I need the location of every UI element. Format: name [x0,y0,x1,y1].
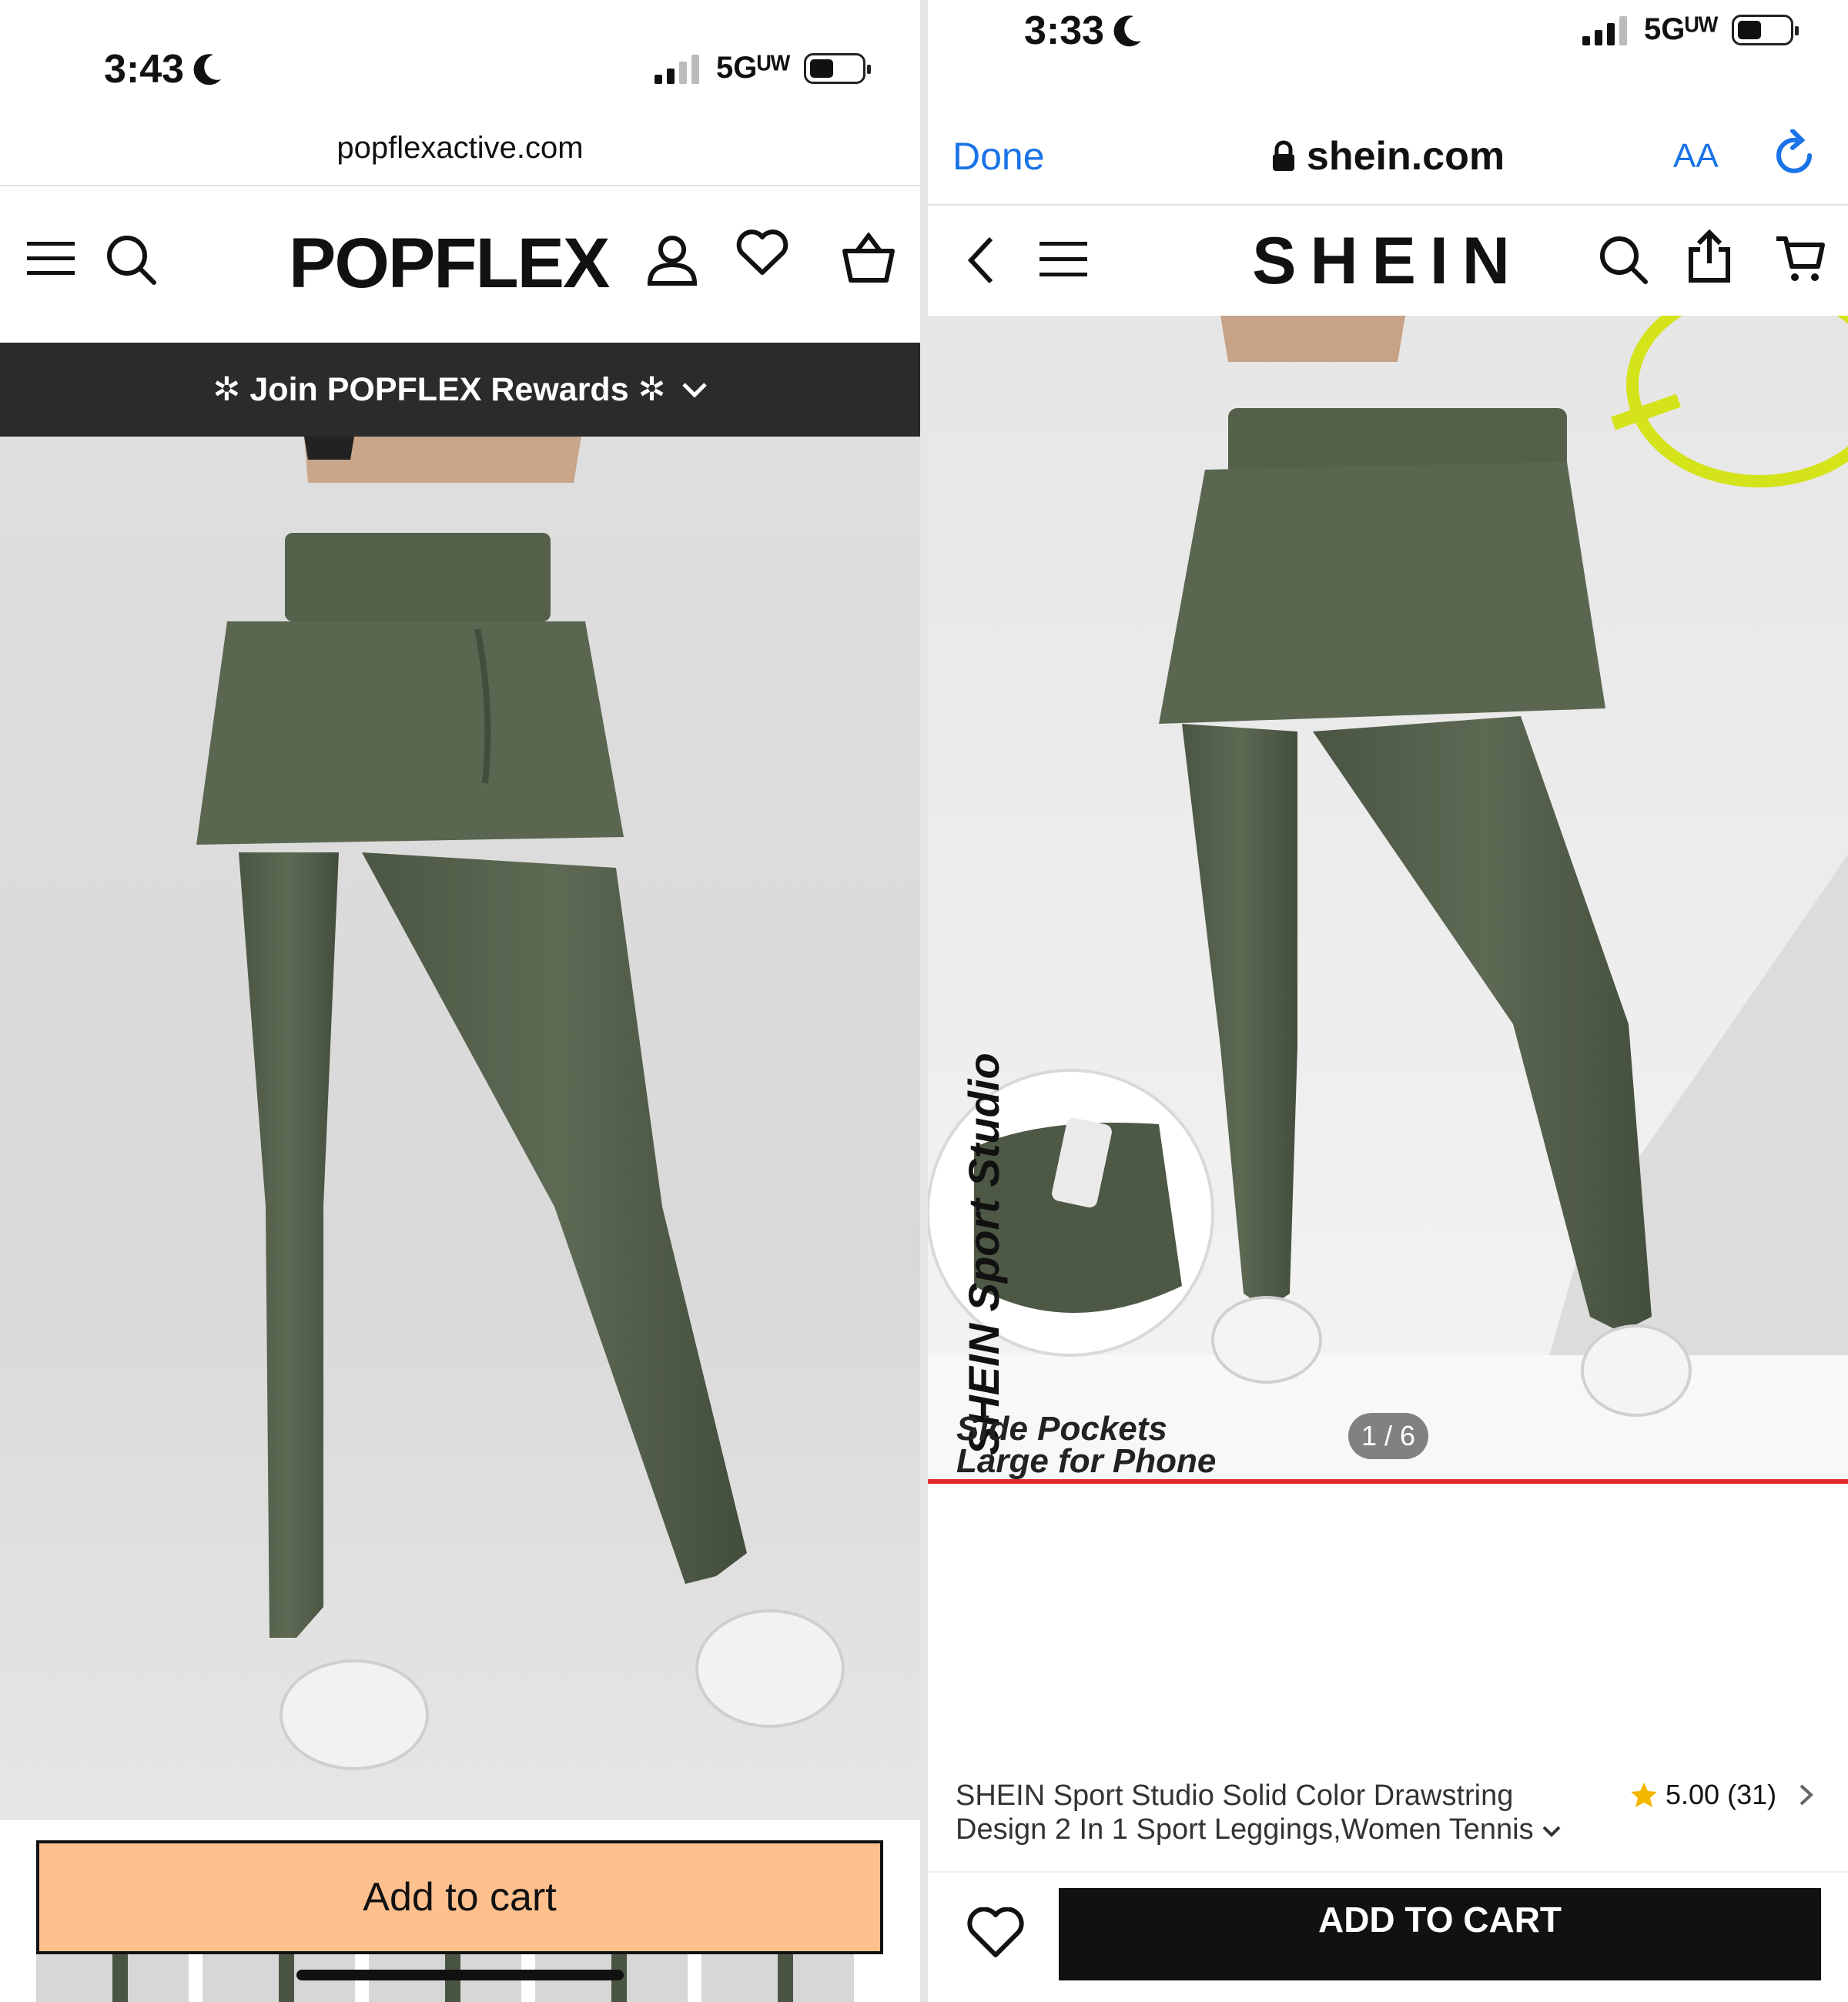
image-brand-text: SHEIN Sport Studio [959,978,1009,1455]
chevron-down-icon[interactable] [1542,1825,1562,1839]
status-time-text: 3:43 [104,47,185,92]
rating-count: (31) [1727,1779,1777,1810]
image-progress-bar [928,1479,1848,1484]
network-label: 5Gᵁᵂ [1644,12,1719,46]
rewards-banner[interactable]: ✲ Join POPFLEX Rewards ✲ [0,343,920,437]
product-image[interactable]: SHEIN Sport Studio Side Pockets Large fo… [928,316,1848,1482]
divider [928,1871,1848,1873]
signal-icon [1582,15,1627,45]
thumbnail[interactable] [701,1954,854,2002]
rewards-text: ✲ Join POPFLEX Rewards ✲ [213,371,666,408]
popflex-screen: 3:43 5Gᵁᵂ popflexactive.com POPFLEX ✲ Jo [0,0,920,2002]
logo-text: POPFLEX [289,224,610,303]
product-title-text: SHEIN Sport Studio Solid Color Drawstrin… [956,1779,1534,1846]
reload-icon[interactable] [1773,129,1819,179]
battery-icon [804,52,872,84]
add-to-cart-button[interactable]: Add to cart [36,1840,883,1954]
chevron-down-icon [681,383,707,398]
shein-screen: 3:33 5Gᵁᵂ Done shein.com AA SHEIN SHEIN … [928,0,1848,2002]
heart-icon[interactable] [735,229,789,277]
wishlist-heart-icon[interactable] [966,1907,1025,1960]
status-indicators: 5Gᵁᵂ [654,51,872,85]
status-time: 3:43 [104,46,224,92]
rating-value: 5.00 [1666,1779,1720,1810]
popflex-logo[interactable]: POPFLEX [289,223,610,304]
product-photo-illustration [928,316,1848,1482]
product-title[interactable]: SHEIN Sport Studio Solid Color Drawstrin… [956,1779,1610,1846]
add-to-cart-label: ADD TO CART [1317,1900,1562,1940]
chevron-right-icon [1799,1784,1814,1806]
network-label: 5Gᵁᵂ [716,51,791,85]
add-to-cart-button[interactable]: ADD TO CART [1059,1888,1821,1980]
thumbnail[interactable] [36,1954,189,2002]
pocket-caption: Side Pockets Large for Phone [956,1410,1217,1480]
search-icon[interactable] [1598,234,1649,285]
share-icon[interactable] [1686,229,1732,283]
pocket-caption-line1: Side Pockets [956,1410,1167,1448]
site-header: POPFLEX [0,208,920,339]
address-bar[interactable]: popflexactive.com [0,131,920,166]
image-pager: 1 / 6 [1348,1413,1428,1459]
add-to-cart-label: Add to cart [363,1875,557,1920]
pager-text: 1 / 6 [1361,1420,1416,1451]
account-icon[interactable] [647,233,698,286]
status-time-text: 3:33 [1024,8,1105,53]
signal-icon [654,54,699,84]
status-time: 3:33 [1024,8,1144,54]
logo-text: SHEIN [1252,224,1524,298]
pocket-caption-line2: Large for Phone [956,1442,1217,1480]
panel-divider [920,0,928,2002]
safari-toolbar: Done shein.com AA [928,108,1848,204]
basket-icon[interactable] [842,233,896,283]
text-size-button[interactable]: AA [1673,137,1719,176]
lock-icon [1272,140,1294,171]
status-indicators: 5Gᵁᵂ [1582,12,1799,47]
product-photo-illustration [196,437,845,1770]
battery-icon [1732,14,1799,45]
site-header: SHEIN [928,206,1848,314]
image-brand-line: SHEIN Sport Studio [959,1053,1008,1455]
address-text: popflexactive.com [336,131,584,165]
cart-icon[interactable] [1775,234,1826,283]
rating[interactable]: 5.00 (31) [1630,1779,1815,1811]
divider [928,204,1848,206]
star-icon [1631,1783,1657,1807]
search-icon[interactable] [104,233,158,286]
home-indicator[interactable] [296,1970,624,1980]
menu-icon[interactable] [27,239,75,279]
moon-icon [193,54,222,85]
product-image[interactable] [0,437,920,1820]
divider [0,185,920,186]
moon-icon [1113,15,1142,47]
address-text: shein.com [1306,133,1505,179]
